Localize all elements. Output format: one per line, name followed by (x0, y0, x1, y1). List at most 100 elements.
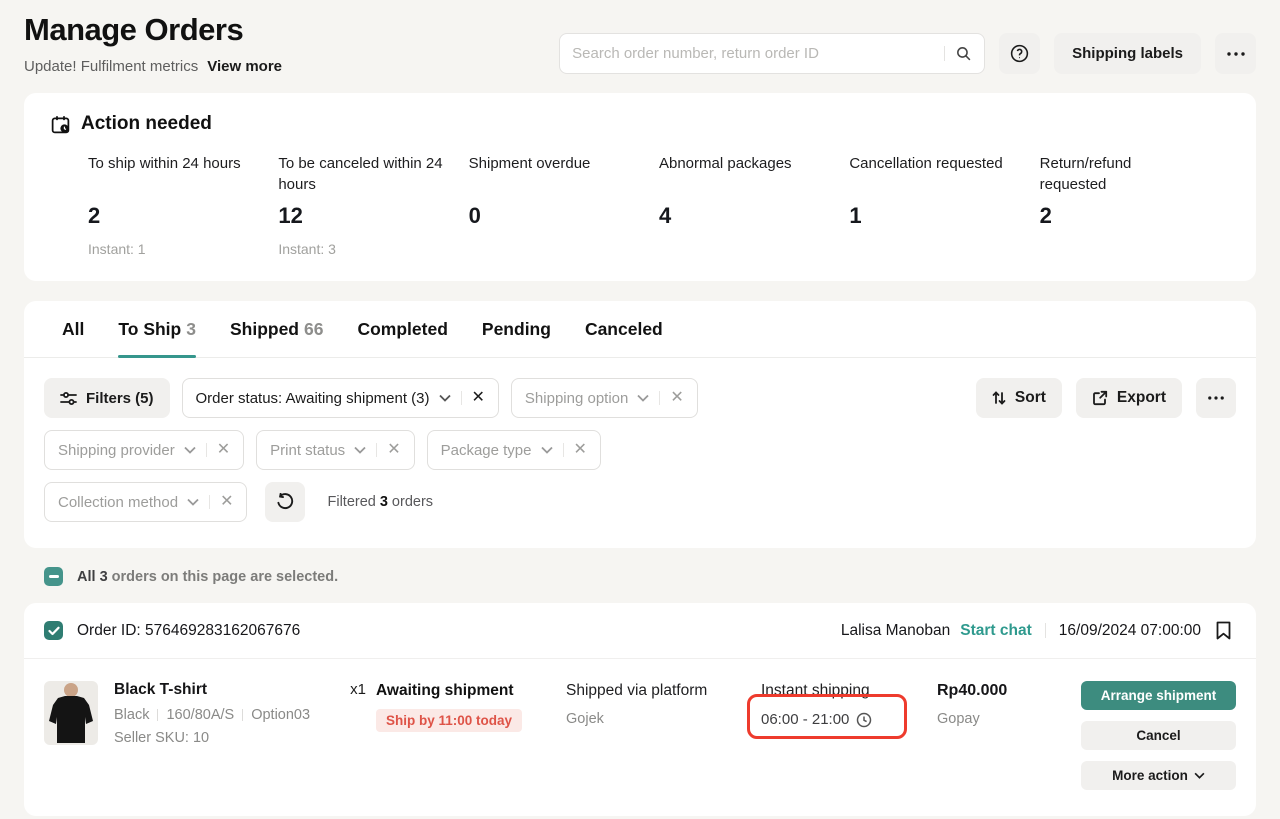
page-title: Manage Orders (24, 12, 282, 48)
chevron-down-icon[interactable] (354, 446, 366, 454)
arrange-shipment-button[interactable]: Arrange shipment (1081, 681, 1236, 710)
metric-return-refund[interactable]: Return/refund requested 2 (1040, 153, 1230, 257)
update-text: Update! Fulfilment metrics (24, 58, 198, 75)
instant-shipping-label: Instant shipping (761, 682, 937, 700)
chevron-down-icon[interactable] (637, 394, 649, 402)
clear-filter-icon[interactable]: ✕ (220, 494, 233, 510)
buyer-name: Lalisa Manoban (841, 622, 950, 640)
filter-row-2: Shipping provider ✕ Print status ✕ Packa… (44, 430, 1236, 470)
export-icon (1092, 390, 1108, 406)
chip-package-type[interactable]: Package type ✕ (427, 430, 601, 470)
metric-shipment-overdue[interactable]: Shipment overdue 0 (469, 153, 659, 257)
tab-canceled[interactable]: Canceled (585, 301, 663, 357)
tab-all[interactable]: All (62, 301, 84, 357)
chip-shipping-provider[interactable]: Shipping provider ✕ (44, 430, 244, 470)
reset-icon (276, 493, 294, 511)
product-variants: Black 160/80A/S Option03 (114, 707, 376, 723)
chevron-down-icon[interactable] (187, 498, 199, 506)
title-block: Manage Orders Update! Fulfilment metrics… (24, 12, 282, 75)
filters-button[interactable]: Filters (5) (44, 378, 170, 418)
filtered-count-note: Filtered3orders (327, 494, 433, 510)
order-search-box[interactable] (559, 33, 985, 74)
shipping-via-cell: Shipped via platform Gojek (566, 681, 761, 790)
order-header: Order ID: 576469283162067676 Lalisa Mano… (24, 603, 1256, 659)
select-all-checkbox[interactable] (44, 567, 63, 586)
clear-filter-icon[interactable]: ✕ (574, 442, 587, 458)
action-metrics: To ship within 24 hours 2 Instant: 1 To … (88, 153, 1230, 257)
order-actions: Arrange shipment Cancel More action (1081, 681, 1236, 790)
chevron-down-icon[interactable] (541, 446, 553, 454)
help-icon (1009, 43, 1030, 64)
product-info: Black T-shirt x1 Black 160/80A/S Option0… (114, 681, 376, 790)
bookmark-icon[interactable] (1215, 621, 1232, 640)
chevron-down-icon[interactable] (439, 394, 451, 402)
clear-filter-icon[interactable]: ✕ (670, 390, 683, 406)
action-needed-card: Action needed To ship within 24 hours 2 … (24, 93, 1256, 281)
more-action-button[interactable]: More action (1081, 761, 1236, 790)
list-more-button[interactable] (1196, 378, 1236, 418)
order-datetime: 16/09/2024 07:00:00 (1059, 622, 1201, 640)
search-icon[interactable] (955, 45, 972, 62)
payment-cell: Rp40.000 Gopay (937, 681, 1077, 790)
order-card: Order ID: 576469283162067676 Lalisa Mano… (24, 603, 1256, 816)
search-input[interactable] (572, 45, 934, 62)
selection-text: All 3 orders on this page are selected. (77, 569, 338, 585)
product-cell: Black T-shirt x1 Black 160/80A/S Option0… (44, 681, 376, 790)
tab-to-ship[interactable]: To Ship3 (118, 301, 196, 357)
cancel-button[interactable]: Cancel (1081, 721, 1236, 750)
tab-shipped[interactable]: Shipped66 (230, 301, 324, 357)
clock-icon[interactable] (856, 712, 872, 728)
order-status: Awaiting shipment (376, 682, 566, 700)
action-needed-header: Action needed (50, 113, 1230, 135)
ellipsis-icon (1208, 396, 1224, 400)
export-button[interactable]: Export (1076, 378, 1182, 418)
shipping-provider: Gojek (566, 711, 761, 727)
action-needed-title: Action needed (81, 113, 212, 135)
clear-filter-icon[interactable]: ✕ (217, 442, 230, 458)
header-more-button[interactable] (1215, 33, 1256, 74)
calendar-clock-icon (50, 114, 71, 135)
product-name[interactable]: Black T-shirt (114, 681, 207, 699)
ship-by-badge: Ship by 11:00 today (376, 709, 522, 732)
search-divider (944, 46, 945, 61)
order-checkbox[interactable] (44, 621, 63, 640)
header-controls: Shipping labels (559, 32, 1256, 75)
metric-to-be-canceled[interactable]: To be canceled within 24 hours 12 Instan… (278, 153, 468, 257)
product-image[interactable] (44, 681, 98, 745)
filters-area: Filters (5) Order status: Awaiting shipm… (24, 358, 1256, 548)
selection-bar: All 3 orders on this page are selected. (44, 567, 1256, 586)
chip-print-status[interactable]: Print status ✕ (256, 430, 414, 470)
payment-method: Gopay (937, 711, 1077, 727)
product-quantity: x1 (350, 681, 366, 699)
filter-row-3: Collection method ✕ Filtered3orders (44, 482, 1236, 522)
tab-pending[interactable]: Pending (482, 301, 551, 357)
shipping-labels-button[interactable]: Shipping labels (1054, 33, 1201, 74)
order-content: Black T-shirt x1 Black 160/80A/S Option0… (24, 659, 1256, 816)
reset-filters-button[interactable] (265, 482, 305, 522)
chip-collection-method[interactable]: Collection method ✕ (44, 482, 247, 522)
shipping-method: Shipped via platform (566, 682, 761, 700)
start-chat-link[interactable]: Start chat (960, 622, 1032, 640)
clear-filter-icon[interactable]: ✕ (387, 442, 400, 458)
metric-to-ship[interactable]: To ship within 24 hours 2 Instant: 1 (88, 153, 278, 257)
clear-filter-icon[interactable]: ✕ (472, 390, 485, 406)
page-subtitle: Update! Fulfilment metrics View more (24, 58, 282, 75)
sort-button[interactable]: Sort (976, 378, 1062, 418)
page-header: Manage Orders Update! Fulfilment metrics… (0, 0, 1280, 93)
list-tools: Sort Export (976, 378, 1236, 418)
help-button[interactable] (999, 33, 1040, 74)
payment-amount: Rp40.000 (937, 682, 1077, 700)
chevron-down-icon[interactable] (184, 446, 196, 454)
metric-cancellation-requested[interactable]: Cancellation requested 1 (849, 153, 1039, 257)
chip-shipping-option[interactable]: Shipping option ✕ (511, 378, 698, 418)
order-id: Order ID: 576469283162067676 (77, 622, 300, 640)
metric-abnormal-packages[interactable]: Abnormal packages 4 (659, 153, 849, 257)
chip-order-status[interactable]: Order status: Awaiting shipment (3) ✕ (182, 378, 499, 418)
chevron-down-icon (1194, 772, 1205, 779)
instant-shipping-time: 06:00 - 21:00 (761, 711, 937, 728)
instant-shipping-cell: Instant shipping 06:00 - 21:00 (761, 681, 937, 790)
view-more-link[interactable]: View more (207, 58, 282, 75)
ellipsis-icon (1227, 52, 1245, 56)
product-sku: Seller SKU: 10 (114, 730, 376, 746)
tab-completed[interactable]: Completed (357, 301, 447, 357)
